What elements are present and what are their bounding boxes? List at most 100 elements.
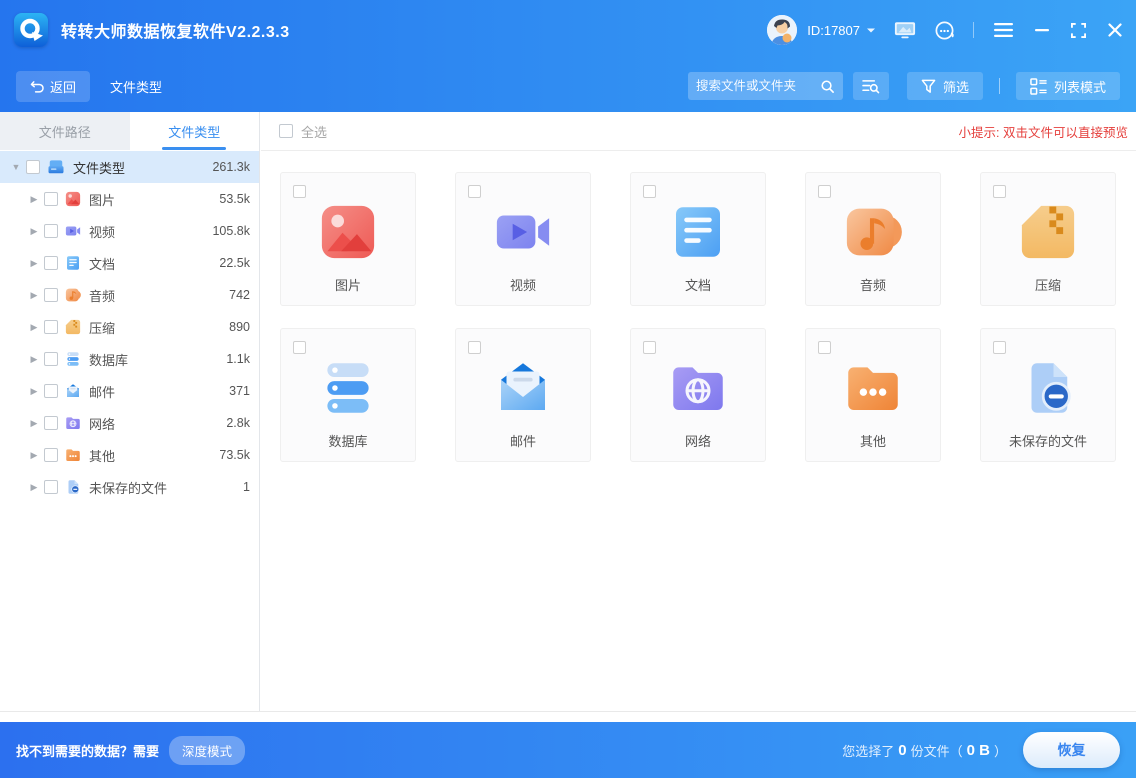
tree-item-checkbox[interactable] xyxy=(44,288,58,302)
tree-item-archive[interactable]: ▶压缩890 xyxy=(0,311,259,343)
card-checkbox[interactable] xyxy=(468,185,481,198)
list-mode-button[interactable]: 列表模式 xyxy=(1016,72,1120,100)
sidebar-tab-file-path[interactable]: 文件路径 xyxy=(0,112,130,150)
card-other[interactable]: 其他 xyxy=(805,328,941,462)
search-icon[interactable] xyxy=(820,79,835,94)
tree-item-checkbox[interactable] xyxy=(44,224,58,238)
user-id[interactable]: ID:17807 xyxy=(807,23,860,38)
picture-icon xyxy=(315,199,381,265)
tree-item-label: 数据库 xyxy=(89,350,128,369)
tree-item-audio[interactable]: ▶ 音频 742 xyxy=(0,279,259,311)
sidebar: 文件路径文件类型 ▼文件类型261.3k▶图片53.5k▶视频105.8k▶文档… xyxy=(0,112,260,712)
audio-icon xyxy=(64,286,82,304)
card-mail[interactable]: 邮件 xyxy=(455,328,591,462)
card-audio[interactable]: 音频 xyxy=(805,172,941,306)
tree-item-network[interactable]: ▶网络2.8k xyxy=(0,407,259,439)
minimize-button[interactable] xyxy=(1035,23,1049,37)
card-label: 文档 xyxy=(631,275,765,294)
search-input[interactable] xyxy=(696,79,820,93)
toolbar-divider xyxy=(999,78,1000,94)
card-video[interactable]: 视频 xyxy=(455,172,591,306)
card-checkbox[interactable] xyxy=(993,185,1006,198)
expand-arrow-icon[interactable]: ▶ xyxy=(26,482,42,493)
card-network[interactable]: 网络 xyxy=(630,328,766,462)
card-checkbox[interactable] xyxy=(643,185,656,198)
menu-icon[interactable] xyxy=(994,23,1013,37)
tree-item-checkbox[interactable] xyxy=(44,192,58,206)
file-type-grid: 图片视频 文档 音频压缩数据库邮件网络其他 未保存的文件 xyxy=(261,151,1136,483)
card-label: 其他 xyxy=(806,431,940,450)
maximize-button[interactable] xyxy=(1071,23,1086,38)
network-icon xyxy=(665,355,731,421)
tree-item-checkbox[interactable] xyxy=(44,416,58,430)
tree-item-picture[interactable]: ▶图片53.5k xyxy=(0,183,259,215)
app-logo-icon xyxy=(14,13,48,47)
tree-item-checkbox[interactable] xyxy=(44,448,58,462)
card-checkbox[interactable] xyxy=(293,185,306,198)
select-all-bar: 全选 小提示: 双击文件可以直接预览 xyxy=(261,112,1136,151)
expand-arrow-icon[interactable]: ▶ xyxy=(26,226,42,237)
select-all-checkbox[interactable] xyxy=(279,124,293,138)
tree-item-checkbox[interactable] xyxy=(44,256,58,270)
card-database[interactable]: 数据库 xyxy=(280,328,416,462)
tree-item-unsaved[interactable]: ▶ 未保存的文件 1 xyxy=(0,471,259,503)
card-checkbox[interactable] xyxy=(818,341,831,354)
tree-item-label: 音频 xyxy=(89,286,115,305)
tree-item-count: 742 xyxy=(229,288,259,302)
expand-arrow-icon[interactable]: ▶ xyxy=(26,290,42,301)
sidebar-tab-file-type[interactable]: 文件类型 xyxy=(130,112,260,150)
list-mode-button-label: 列表模式 xyxy=(1054,77,1106,96)
card-checkbox[interactable] xyxy=(293,341,306,354)
card-checkbox[interactable] xyxy=(643,341,656,354)
tree-item-file-types[interactable]: ▼文件类型261.3k xyxy=(0,151,259,183)
user-avatar[interactable] xyxy=(767,15,797,45)
card-label: 视频 xyxy=(456,275,590,294)
tree-item-other[interactable]: ▶其他73.5k xyxy=(0,439,259,471)
user-dropdown-caret-icon[interactable] xyxy=(866,27,876,34)
toolbar: 返回 文件类型 xyxy=(0,60,1136,112)
tree-item-database[interactable]: ▶数据库1.1k xyxy=(0,343,259,375)
expand-arrow-icon[interactable]: ▼ xyxy=(8,162,24,172)
customer-service-icon[interactable] xyxy=(934,20,955,41)
expand-arrow-icon[interactable]: ▶ xyxy=(26,354,42,365)
search-box[interactable] xyxy=(688,72,843,100)
tree-item-label: 图片 xyxy=(89,190,115,209)
tree-item-checkbox[interactable] xyxy=(44,384,58,398)
tree-item-label: 未保存的文件 xyxy=(89,478,167,497)
tree-item-mail[interactable]: ▶邮件371 xyxy=(0,375,259,407)
tree-item-checkbox[interactable] xyxy=(44,320,58,334)
card-picture[interactable]: 图片 xyxy=(280,172,416,306)
tree-item-count: 890 xyxy=(229,320,259,334)
card-checkbox[interactable] xyxy=(468,341,481,354)
tree-item-label: 文件类型 xyxy=(73,158,125,177)
titlebar-divider xyxy=(973,22,974,38)
tree-item-count: 371 xyxy=(229,384,259,398)
expand-arrow-icon[interactable]: ▶ xyxy=(26,322,42,333)
tree-item-checkbox[interactable] xyxy=(26,160,40,174)
tree-item-count: 2.8k xyxy=(226,416,259,430)
expand-arrow-icon[interactable]: ▶ xyxy=(26,194,42,205)
recover-button[interactable]: 恢复 xyxy=(1023,732,1120,768)
close-button[interactable] xyxy=(1108,23,1122,37)
expand-arrow-icon[interactable]: ▶ xyxy=(26,450,42,461)
network-icon xyxy=(64,414,82,432)
tree-item-checkbox[interactable] xyxy=(44,480,58,494)
tree-item-video[interactable]: ▶视频105.8k xyxy=(0,215,259,247)
back-button[interactable]: 返回 xyxy=(16,71,90,102)
card-checkbox[interactable] xyxy=(818,185,831,198)
expand-arrow-icon[interactable]: ▶ xyxy=(26,418,42,429)
card-document[interactable]: 文档 xyxy=(630,172,766,306)
search-in-list-button[interactable] xyxy=(853,72,889,100)
filter-button[interactable]: 筛选 xyxy=(907,72,983,100)
card-unsaved[interactable]: 未保存的文件 xyxy=(980,328,1116,462)
footer-bar: 找不到需要的数据？需要 深度模式 您选择了 0 份文件 （ 0 B ） 恢复 xyxy=(0,722,1136,778)
expand-arrow-icon[interactable]: ▶ xyxy=(26,386,42,397)
screen-share-icon[interactable] xyxy=(894,21,916,40)
expand-arrow-icon[interactable]: ▶ xyxy=(26,258,42,269)
tree-item-checkbox[interactable] xyxy=(44,352,58,366)
card-archive[interactable]: 压缩 xyxy=(980,172,1116,306)
tree-item-document[interactable]: ▶文档22.5k xyxy=(0,247,259,279)
card-checkbox[interactable] xyxy=(993,341,1006,354)
tree-item-count: 1 xyxy=(243,480,259,494)
deep-mode-button[interactable]: 深度模式 xyxy=(169,736,245,765)
